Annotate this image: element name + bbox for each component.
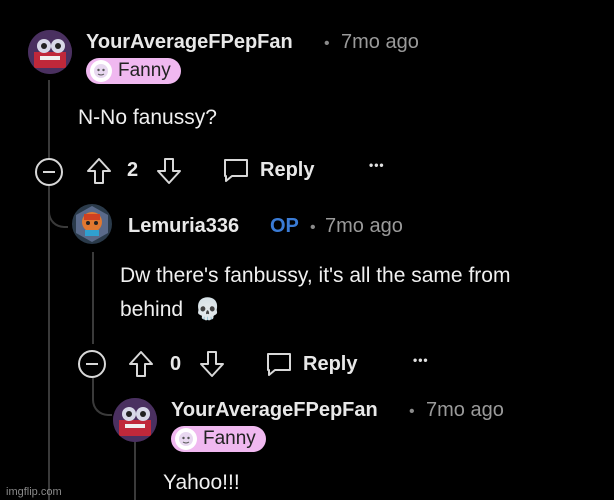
vote-count: 2 — [127, 159, 139, 181]
avatar[interactable] — [28, 30, 72, 74]
vote-count: 0 — [170, 353, 182, 375]
user-avatar-icon — [113, 398, 157, 442]
minus-circle-icon — [78, 350, 106, 378]
flair-face-icon — [175, 428, 197, 450]
meta-separator: • — [409, 403, 415, 420]
reply-label: Reply — [303, 352, 358, 375]
meta-separator: • — [310, 219, 316, 236]
comment-timestamp: 7mo ago — [325, 215, 403, 237]
upvote-arrow-icon — [129, 351, 153, 377]
avatar[interactable] — [72, 204, 112, 244]
comment-username[interactable]: YourAverageFPepFan — [171, 399, 378, 422]
avatar[interactable] — [113, 398, 157, 442]
collapse-button[interactable] — [34, 157, 64, 187]
flair-face-icon — [90, 60, 112, 82]
skull-emoji: 💀 — [194, 298, 222, 321]
comment-body: N-No fanussy? — [78, 101, 217, 135]
reply-button[interactable]: Reply — [222, 156, 314, 184]
comment-body-line: Dw there's fanbussy, it's all the same f… — [120, 264, 511, 287]
thread-connector — [48, 186, 68, 228]
comment-body-line: N-No fanussy? — [78, 106, 217, 129]
downvote-button[interactable] — [198, 349, 226, 379]
watermark: imgflip.com — [6, 486, 62, 498]
flair-label: Fanny — [118, 60, 171, 81]
thread-connector-level2 — [92, 378, 112, 416]
speech-bubble-icon — [267, 353, 291, 376]
reply-label: Reply — [260, 158, 315, 181]
downvote-arrow-icon — [157, 158, 181, 184]
thread-line-level3 — [134, 442, 136, 500]
minus-circle-icon — [35, 158, 63, 186]
more-options-button[interactable]: ••• — [369, 158, 385, 172]
comment-body: Dw there's fanbussy, it's all the same f… — [120, 259, 510, 327]
user-flair: Fanny — [171, 426, 266, 452]
speech-bubble-icon — [224, 159, 248, 182]
comment-username[interactable]: Lemuria336 — [128, 215, 239, 238]
reply-button[interactable]: Reply — [265, 350, 357, 378]
comment-body-line-2: behind 💀 — [120, 293, 510, 327]
more-options-button[interactable]: ••• — [413, 353, 429, 367]
upvote-arrow-icon — [87, 158, 111, 184]
comment-username[interactable]: YourAverageFPepFan — [86, 31, 293, 54]
collapse-button[interactable] — [77, 349, 107, 379]
op-badge: OP — [270, 215, 299, 237]
user-avatar-icon — [28, 30, 72, 74]
user-flair: Fanny — [86, 58, 181, 84]
thread-line-level2 — [92, 252, 94, 344]
user-avatar-icon — [76, 206, 108, 242]
upvote-button[interactable] — [85, 156, 113, 186]
flair-label: Fanny — [203, 428, 256, 449]
comment-body: Yahoo!!! — [163, 466, 240, 500]
comment-timestamp: 7mo ago — [426, 399, 504, 421]
comment-body-line: behind — [120, 298, 184, 321]
upvote-button[interactable] — [127, 349, 155, 379]
thread-line-main — [48, 80, 50, 160]
meta-separator: • — [324, 35, 330, 52]
thread-line-main-lower — [48, 186, 50, 500]
downvote-arrow-icon — [200, 351, 224, 377]
comment-timestamp: 7mo ago — [341, 31, 419, 53]
downvote-button[interactable] — [155, 156, 183, 186]
comment-body-line: Yahoo!!! — [163, 471, 240, 494]
